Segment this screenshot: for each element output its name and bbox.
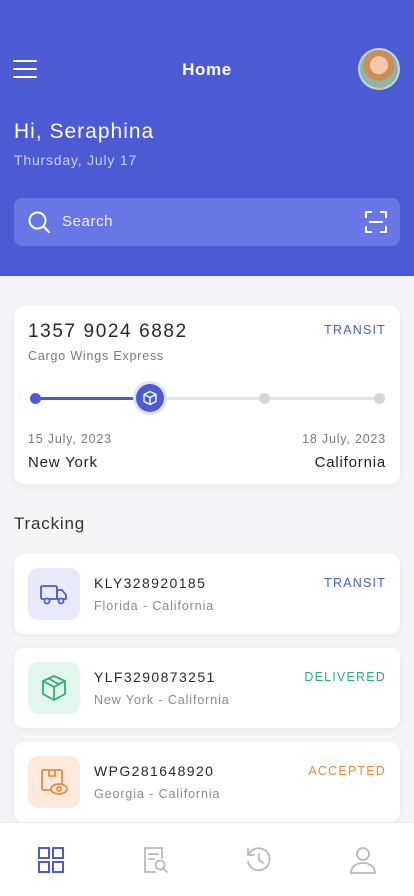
progress-stop (373, 393, 385, 404)
header: Home Hi, Seraphina Thursday, July 17 Sea… (0, 0, 414, 276)
item-route: New York - California (94, 693, 230, 707)
bottom-nav (0, 822, 414, 896)
featured-shipment-card[interactable]: 1357 9024 6882 Cargo Wings Express TRANS… (14, 306, 400, 484)
progress-stop (258, 393, 270, 404)
item-route: Florida - California (94, 599, 215, 613)
search-icon (28, 211, 50, 233)
search-placeholder: Search (62, 213, 114, 230)
carrier-name: Cargo Wings Express (28, 349, 165, 363)
progress-fill (35, 397, 150, 400)
history-nav-icon[interactable] (244, 845, 274, 875)
home-nav-icon[interactable] (36, 845, 66, 875)
scan-icon[interactable] (365, 211, 387, 233)
origin-city: New York (28, 454, 98, 471)
status-badge: TRANSIT (324, 323, 386, 337)
status-badge: DELIVERED (304, 670, 386, 684)
package-view-icon (28, 756, 80, 808)
tracking-item[interactable]: WPG281648920 Georgia - California ACCEPT… (14, 742, 400, 822)
progress-stop (29, 393, 41, 404)
destination-city: California (314, 454, 386, 471)
greeting: Hi, Seraphina (14, 120, 155, 143)
status-badge: ACCEPTED (308, 764, 386, 778)
shipment-progress (28, 384, 386, 412)
search-input[interactable]: Search (14, 198, 400, 246)
item-tracking-number: WPG281648920 (94, 763, 215, 779)
progress-package-marker (135, 384, 164, 412)
date-label: Thursday, July 17 (14, 152, 138, 168)
profile-nav-icon[interactable] (348, 845, 378, 875)
avatar[interactable] (358, 48, 400, 90)
status-badge: TRANSIT (324, 576, 386, 590)
search-document-nav-icon[interactable] (140, 845, 170, 875)
origin-date: 15 July, 2023 (28, 432, 112, 446)
tracking-item[interactable]: KLY328920185 Florida - California TRANSI… (14, 554, 400, 634)
tracking-section-title: Tracking (14, 514, 85, 533)
truck-icon (28, 568, 80, 620)
tracking-number: 1357 9024 6882 (28, 321, 188, 342)
destination-date: 18 July, 2023 (302, 432, 386, 446)
item-tracking-number: KLY328920185 (94, 575, 207, 591)
item-tracking-number: YLF3290873251 (94, 669, 216, 685)
tracking-item[interactable]: YLF3290873251 New York - California DELI… (14, 648, 400, 728)
item-route: Georgia - California (94, 787, 221, 801)
box-icon (28, 662, 80, 714)
page-title: Home (182, 60, 232, 79)
